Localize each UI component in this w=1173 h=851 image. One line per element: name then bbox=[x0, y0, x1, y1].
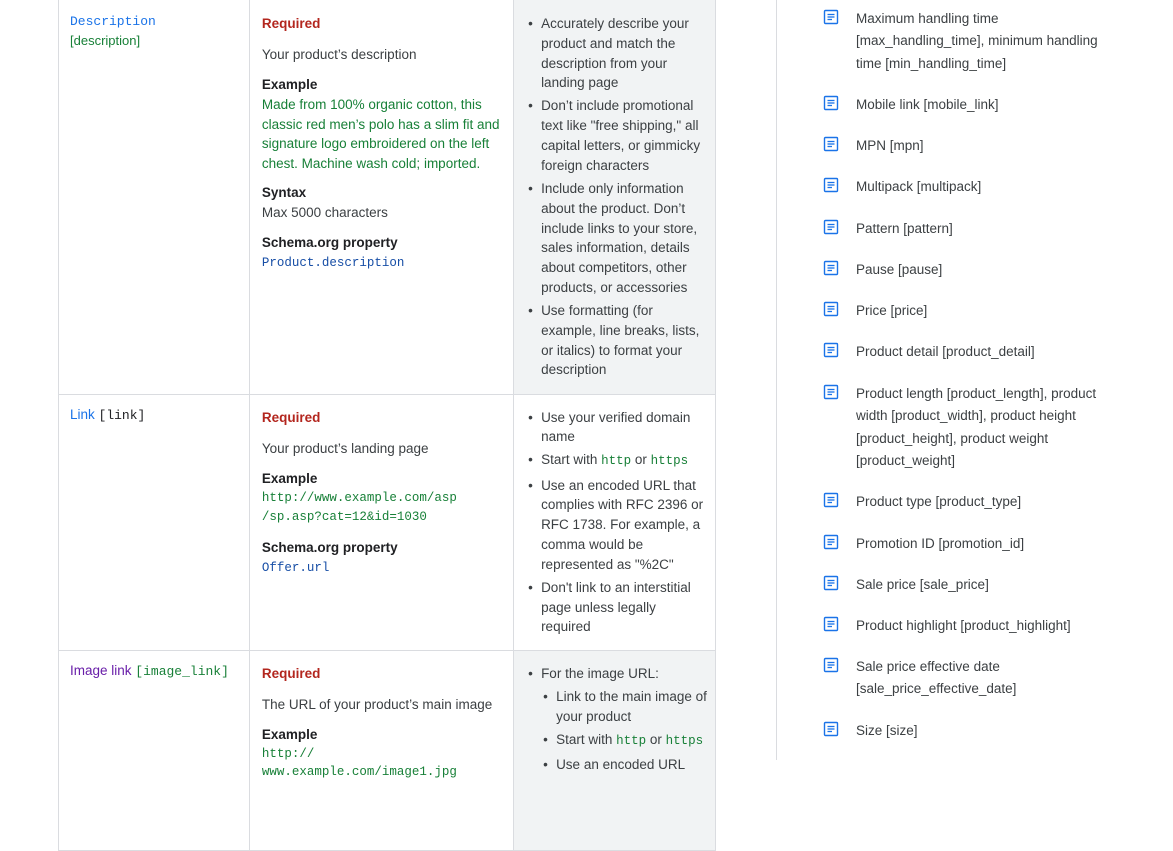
example-heading: Example bbox=[261, 470, 318, 486]
sub-guidelines-list: Link to the main image of your product S… bbox=[541, 687, 707, 775]
table-row: Link [link] Required Your product’s land… bbox=[58, 393, 716, 652]
attribute-key: [link] bbox=[98, 407, 146, 423]
article-icon bbox=[823, 575, 839, 591]
article-icon bbox=[823, 260, 839, 276]
attribute-spec-table: Description [description] Required Your … bbox=[58, 0, 716, 851]
attribute-name-cell: Image link [image_link] bbox=[58, 650, 250, 851]
code-https: https bbox=[665, 734, 704, 749]
example-value: http://www.example.com/asp/sp.asp?cat=12… bbox=[262, 489, 505, 528]
toc-item-label: Product highlight [product_highlight] bbox=[856, 618, 1071, 633]
attribute-name-link[interactable]: Link bbox=[70, 407, 95, 422]
attribute-name-link[interactable]: Description bbox=[70, 14, 156, 29]
toc-item-label: Mobile link [mobile_link] bbox=[856, 97, 999, 112]
attribute-details-cell: Required The URL of your product’s main … bbox=[248, 650, 515, 851]
required-label: Required bbox=[261, 16, 321, 31]
syntax-value: Max 5000 characters bbox=[261, 205, 388, 221]
required-label: Required bbox=[261, 666, 321, 682]
table-row: Image link [image_link] Required The URL… bbox=[58, 650, 716, 851]
schema-heading: Schema.org property bbox=[261, 235, 398, 251]
toc-item-label: Product detail [product_detail] bbox=[856, 344, 1035, 359]
toc-item-label: MPN [mpn] bbox=[856, 138, 924, 153]
example-line: http:// bbox=[261, 747, 315, 762]
example-value: Made from 100% organic cotton, this clas… bbox=[261, 97, 500, 171]
attribute-key: [description] bbox=[70, 33, 141, 48]
list-item: Accurately describe your product and mat… bbox=[526, 14, 707, 93]
article-icon bbox=[823, 301, 839, 317]
article-icon bbox=[823, 95, 839, 111]
toc-item-label: Product type [product_type] bbox=[856, 494, 1022, 509]
toc-divider bbox=[776, 0, 777, 760]
list-item-text: Start with bbox=[541, 452, 602, 468]
list-item-text: or bbox=[631, 452, 651, 468]
list-item: Use formatting (for example, line breaks… bbox=[526, 301, 707, 380]
attribute-details-cell: Required Your product’s description Exam… bbox=[248, 0, 515, 395]
list-item: Use your verified domain name bbox=[526, 408, 707, 448]
article-icon bbox=[823, 384, 839, 400]
toc-item-label: Product length [product_length], product… bbox=[856, 386, 1097, 469]
schema-property-link[interactable]: Product.description bbox=[262, 253, 505, 273]
toc-item-label: Pause [pause] bbox=[856, 262, 943, 277]
example-line: /sp.asp?cat=12&id=1030 bbox=[261, 510, 427, 525]
attribute-summary: Your product’s landing page bbox=[261, 440, 429, 456]
example-line: http://www.example.com/asp bbox=[261, 490, 457, 505]
article-icon bbox=[823, 342, 839, 358]
attribute-summary: Your product’s description bbox=[261, 47, 417, 62]
required-label: Required bbox=[261, 409, 321, 425]
code-https: https bbox=[650, 454, 689, 469]
toc-item-label: Sale price [sale_price] bbox=[856, 577, 989, 592]
article-icon bbox=[823, 721, 839, 737]
list-item-text: or bbox=[646, 732, 666, 748]
list-item: Start with http or https bbox=[541, 730, 707, 752]
toc-item-label: Sale price effective date [sale_price_ef… bbox=[856, 659, 1017, 697]
article-icon bbox=[823, 657, 839, 673]
list-item: Don’t include promotional text like "fre… bbox=[526, 96, 707, 175]
list-item: Start with http or https bbox=[526, 450, 707, 472]
list-item: Use an encoded URL bbox=[541, 755, 707, 775]
syntax-heading: Syntax bbox=[261, 185, 307, 201]
attribute-name-cell: Link [link] bbox=[58, 393, 250, 652]
attribute-name-cell: Description [description] bbox=[58, 0, 250, 395]
code-http: http bbox=[616, 734, 647, 749]
code-http: http bbox=[601, 454, 632, 469]
table-row: Description [description] Required Your … bbox=[58, 0, 716, 395]
article-icon bbox=[823, 492, 839, 508]
toc-item-label: Size [size] bbox=[856, 723, 918, 738]
attribute-guidelines-cell: For the image URL: Link to the main imag… bbox=[513, 650, 716, 851]
attribute-name-link[interactable]: Image link bbox=[70, 663, 132, 678]
article-icon bbox=[823, 616, 839, 632]
example-heading: Example bbox=[261, 77, 318, 92]
article-icon bbox=[823, 177, 839, 193]
example-line: www.example.com/image1.jpg bbox=[261, 765, 457, 780]
attribute-details-cell: Required Your product’s landing page Exa… bbox=[248, 393, 515, 652]
schema-property-link[interactable]: Offer.url bbox=[262, 558, 505, 578]
list-item: Link to the main image of your product bbox=[541, 687, 707, 727]
attribute-guidelines-cell: Accurately describe your product and mat… bbox=[513, 0, 716, 395]
toc-item-label: Multipack [multipack] bbox=[856, 179, 982, 194]
toc-item-label: Pattern [pattern] bbox=[856, 221, 953, 236]
list-item: Don't link to an interstitial page unles… bbox=[526, 578, 707, 637]
attribute-guidelines-cell: Use your verified domain name Start with… bbox=[513, 393, 716, 652]
list-item: For the image URL: Link to the main imag… bbox=[526, 664, 707, 775]
toc-item-label: Maximum handling time [max_handling_time… bbox=[856, 11, 1098, 71]
list-item: Include only information about the produ… bbox=[526, 179, 707, 298]
example-value: http:// www.example.com/image1.jpg bbox=[262, 745, 505, 781]
toc-item-label: Promotion ID [promotion_id] bbox=[856, 536, 1025, 551]
list-item: Use an encoded URL that complies with RF… bbox=[526, 476, 707, 575]
attribute-summary: The URL of your product’s main image bbox=[261, 697, 493, 713]
article-icon bbox=[823, 219, 839, 235]
toc-item-label: Price [price] bbox=[856, 303, 928, 318]
schema-heading: Schema.org property bbox=[261, 539, 398, 555]
guidelines-list: Accurately describe your product and mat… bbox=[526, 14, 707, 380]
article-icon bbox=[823, 9, 839, 25]
article-icon bbox=[823, 534, 839, 550]
attribute-key: [image_link] bbox=[135, 664, 229, 680]
article-icon bbox=[823, 136, 839, 152]
guidelines-list: Use your verified domain name Start with… bbox=[526, 408, 707, 638]
list-item-text: Start with bbox=[556, 732, 617, 748]
example-heading: Example bbox=[261, 727, 318, 743]
list-item-text: For the image URL: bbox=[541, 666, 659, 682]
guidelines-list: For the image URL: Link to the main imag… bbox=[526, 664, 707, 775]
